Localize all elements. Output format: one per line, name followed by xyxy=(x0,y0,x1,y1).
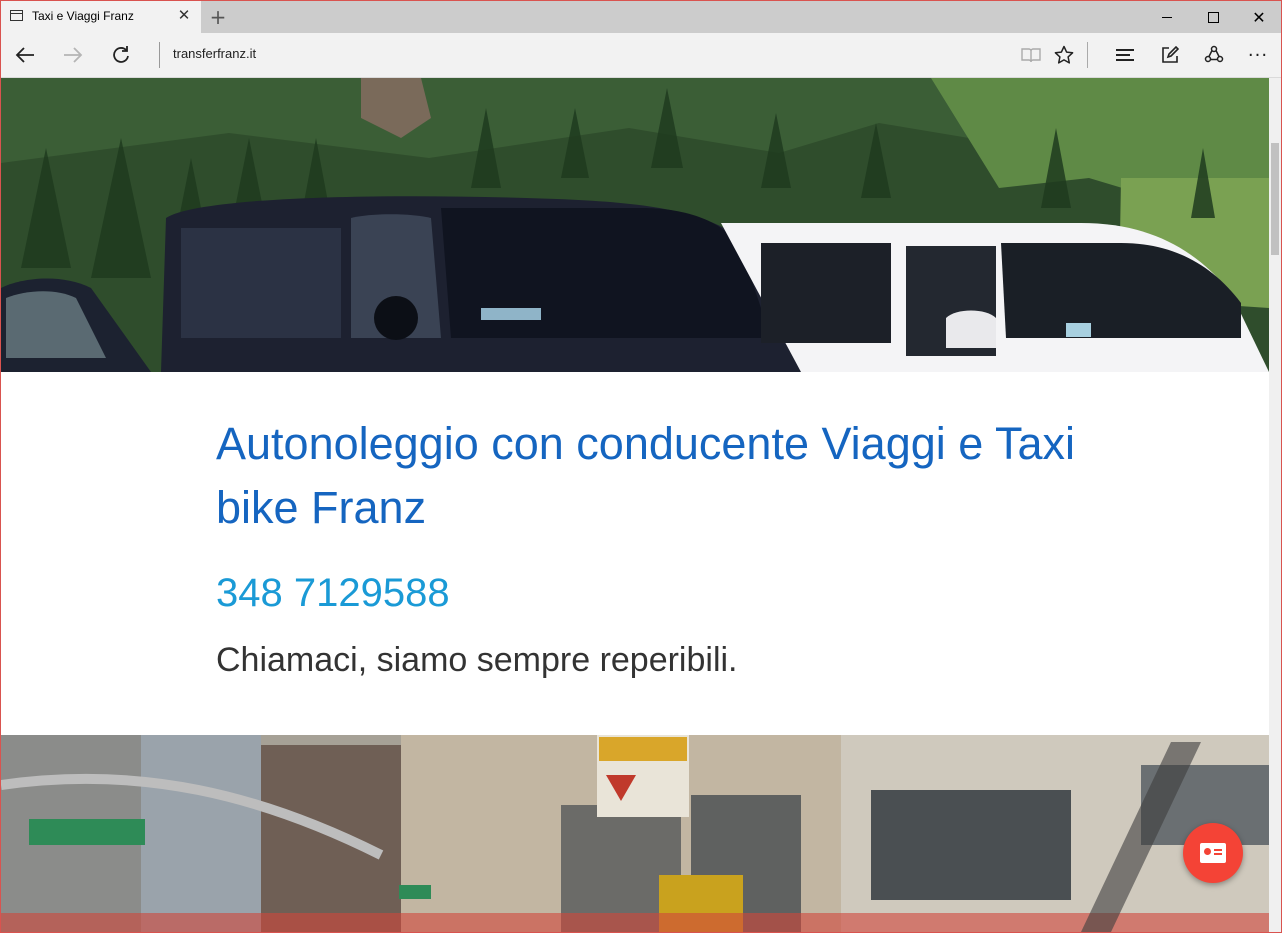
close-window-button[interactable]: ✕ xyxy=(1236,1,1281,33)
address-field[interactable]: transferfranz.it xyxy=(173,46,256,61)
share-icon xyxy=(1204,45,1224,63)
minimize-icon xyxy=(1162,16,1172,18)
hub-lines-icon xyxy=(1116,49,1134,61)
maximize-button[interactable] xyxy=(1190,1,1236,33)
minimize-button[interactable] xyxy=(1144,1,1190,33)
vans-mountain-photo xyxy=(1,78,1269,372)
contact-card-icon xyxy=(1200,843,1226,863)
maximize-icon xyxy=(1207,11,1219,23)
tagline-text: Chiamaci, siamo sempre reperibili. xyxy=(216,641,738,679)
pen-note-icon xyxy=(1162,46,1179,63)
forward-button[interactable] xyxy=(49,33,97,77)
refresh-button[interactable] xyxy=(97,33,145,77)
city-street-image xyxy=(1,735,1269,932)
back-arrow-icon xyxy=(15,47,34,63)
new-tab-icon[interactable]: + xyxy=(207,6,229,28)
forward-arrow-icon xyxy=(64,47,83,63)
browser-tab[interactable]: Taxi e Viaggi Franz ✕ xyxy=(1,1,201,33)
back-button[interactable] xyxy=(1,33,49,77)
navigation-bar: transferfranz.it ··· xyxy=(1,33,1281,78)
vertical-scrollbar[interactable] xyxy=(1269,78,1281,932)
star-icon xyxy=(1054,45,1074,64)
more-button[interactable]: ··· xyxy=(1238,33,1278,77)
street-photo xyxy=(1,735,1269,932)
page-viewport: Autonoleggio con conducente Viaggi e Tax… xyxy=(1,78,1269,932)
page-title: Autonoleggio con conducente Viaggi e Tax… xyxy=(216,418,1075,533)
share-button[interactable] xyxy=(1194,33,1234,77)
favorite-button[interactable] xyxy=(1044,33,1084,77)
scrollbar-thumb[interactable] xyxy=(1271,143,1279,255)
refresh-icon xyxy=(113,46,129,63)
phone-link[interactable]: 348 7129588 xyxy=(216,568,450,618)
address-divider xyxy=(159,42,160,68)
book-icon xyxy=(1021,48,1041,63)
close-tab-icon[interactable]: ✕ xyxy=(177,8,191,23)
tab-title: Taxi e Viaggi Franz xyxy=(32,9,134,23)
hub-button[interactable] xyxy=(1105,33,1145,77)
web-note-button[interactable] xyxy=(1150,33,1190,77)
close-icon: ✕ xyxy=(1252,7,1266,27)
intro-section: Autonoleggio con conducente Viaggi e Tax… xyxy=(1,372,1269,735)
toolbar-divider xyxy=(1087,42,1088,68)
hero-image xyxy=(1,78,1269,372)
more-dots-icon: ··· xyxy=(1247,44,1269,66)
page-icon xyxy=(10,10,23,21)
browser-window: Taxi e Viaggi Franz ✕ + ✕ transferfranz.… xyxy=(0,0,1282,933)
contact-fab-button[interactable] xyxy=(1183,823,1243,883)
tab-bar: Taxi e Viaggi Franz ✕ + ✕ xyxy=(1,1,1281,33)
